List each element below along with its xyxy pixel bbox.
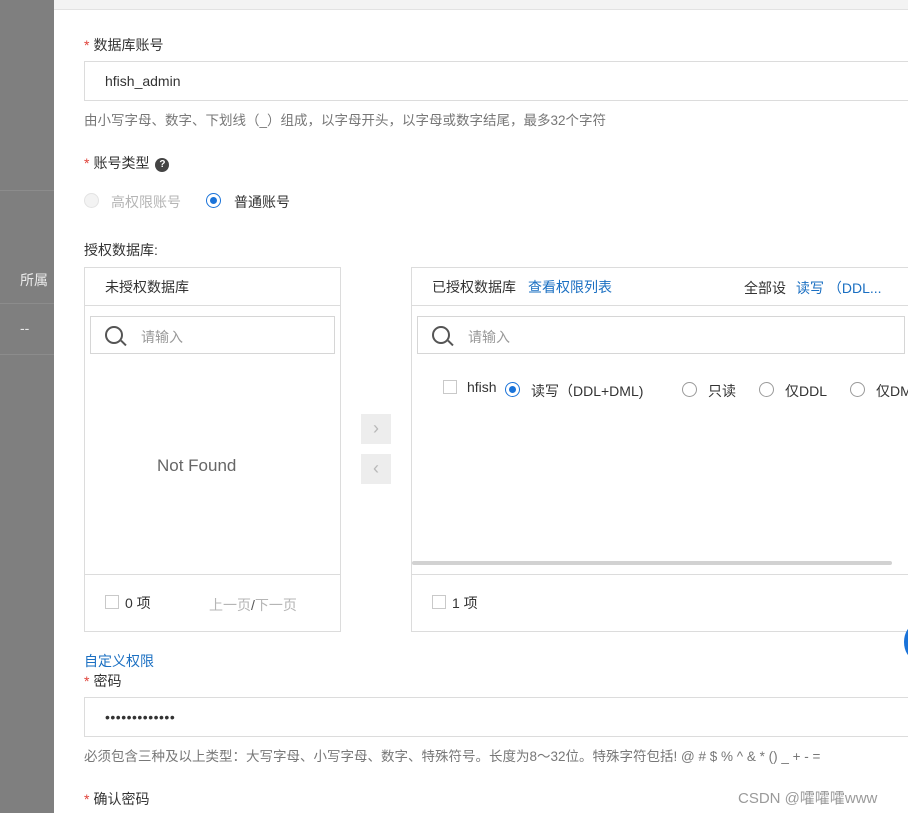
set-all-readwrite-link[interactable]: 读写 （DDL... — [796, 278, 882, 298]
search-icon — [432, 326, 450, 344]
view-permission-list-link[interactable]: 查看权限列表 — [528, 277, 612, 297]
password-label-row: * 密码 — [84, 671, 121, 691]
unauthorized-db-title: 未授权数据库 — [105, 279, 189, 295]
search-placeholder: 请输入 — [468, 329, 510, 345]
item-count: 0 项 — [125, 595, 151, 611]
account-input[interactable]: hfish_admin — [84, 61, 908, 101]
password-label: 密码 — [93, 673, 122, 689]
required-mark: * — [84, 791, 90, 807]
perm-readonly-label[interactable]: 只读 — [708, 381, 736, 401]
password-hint: 必须包含三种及以上类型：大写字母、小写字母、数字、特殊符号。长度为8～32位。特… — [84, 749, 821, 764]
background-overlay: 所属 -- — [0, 0, 54, 813]
question-circle-icon[interactable]: ? — [155, 158, 170, 172]
account-type-label: 账号类型 — [93, 155, 150, 171]
unauthorized-search-input[interactable]: 请输入 — [90, 316, 335, 354]
pagination: 上一页/下一页 — [209, 595, 297, 615]
radio-normal-account[interactable] — [206, 193, 221, 208]
account-label: 数据库账号 — [93, 37, 164, 53]
radio-normal-account-label[interactable]: 普通账号 — [234, 192, 290, 212]
radio-high-privilege-label: 高权限账号 — [111, 194, 181, 210]
unauthorized-db-footer: 0 项 上一页/下一页 — [85, 574, 340, 631]
select-all-checkbox[interactable] — [432, 595, 446, 609]
set-all-label: 全部设 — [744, 280, 786, 296]
perm-radio-dml-only[interactable] — [850, 382, 865, 397]
drawer-top-edge — [54, 0, 908, 10]
item-count: 1 项 — [452, 595, 478, 611]
authorized-search-input[interactable]: 请输入 — [417, 316, 905, 354]
background-row-label: 所属 — [20, 272, 48, 288]
move-left-button[interactable]: ‹ — [361, 454, 391, 484]
confirm-password-label: 确认密码 — [93, 791, 150, 807]
csdn-watermark: CSDN @嚯嚯嚯www — [738, 790, 878, 807]
move-right-button[interactable]: › — [361, 414, 391, 444]
perm-radio-readonly[interactable] — [682, 382, 697, 397]
perm-radio-ddl-only[interactable] — [759, 382, 774, 397]
account-hint: 由小写字母、数字、下划线（_）组成，以字母开头，以字母或数字结尾，最多32个字符 — [84, 113, 607, 128]
custom-permission-link[interactable]: 自定义权限 — [84, 651, 154, 671]
select-all-checkbox[interactable] — [105, 595, 119, 609]
background-divider — [0, 190, 54, 191]
radio-high-privilege — [84, 193, 99, 208]
unauthorized-db-panel: 未授权数据库 请输入 Not Found 0 项 上一页/下一页 — [84, 267, 341, 632]
authorized-db-title: 已授权数据库 — [432, 279, 516, 295]
search-placeholder: 请输入 — [141, 329, 183, 345]
required-mark: * — [84, 673, 90, 689]
unauthorized-db-header: 未授权数据库 — [85, 268, 340, 306]
required-mark: * — [84, 155, 90, 171]
perm-readwrite-label[interactable]: 读写（DDL+DML) — [531, 381, 643, 401]
search-icon — [105, 326, 123, 344]
account-input-value: hfish_admin — [105, 73, 181, 89]
db-row-checkbox[interactable] — [443, 380, 457, 394]
authorized-db-panel: 已授权数据库 查看权限列表 全部设 读写 （DDL... 请输入 hfish 读… — [411, 267, 908, 632]
horizontal-scrollbar[interactable] — [412, 561, 892, 565]
perm-dml-only-label[interactable]: 仅DM — [876, 381, 908, 401]
background-row-value: -- — [20, 320, 30, 336]
db-name: hfish — [467, 379, 497, 395]
background-divider — [0, 354, 54, 355]
authorized-db-header: 已授权数据库 查看权限列表 全部设 读写 （DDL... — [412, 268, 908, 306]
perm-radio-readwrite[interactable] — [505, 382, 520, 397]
password-input-value: ••••••••••••• — [105, 709, 176, 725]
password-input[interactable]: ••••••••••••• — [84, 697, 908, 737]
account-type-label-row: * 账号类型? — [84, 153, 170, 173]
prev-page-link[interactable]: 上一页 — [209, 597, 251, 613]
authorize-label: 授权数据库: — [84, 242, 158, 258]
confirm-password-label-row: * 确认密码 — [84, 789, 149, 809]
authorized-db-footer: 1 项 — [412, 574, 908, 631]
next-page-link[interactable]: 下一页 — [255, 597, 297, 613]
perm-ddl-only-label[interactable]: 仅DDL — [785, 381, 827, 401]
required-mark: * — [84, 37, 90, 53]
background-divider — [0, 303, 54, 304]
account-label-row: * 数据库账号 — [84, 35, 163, 55]
empty-state-text: Not Found — [157, 456, 237, 475]
